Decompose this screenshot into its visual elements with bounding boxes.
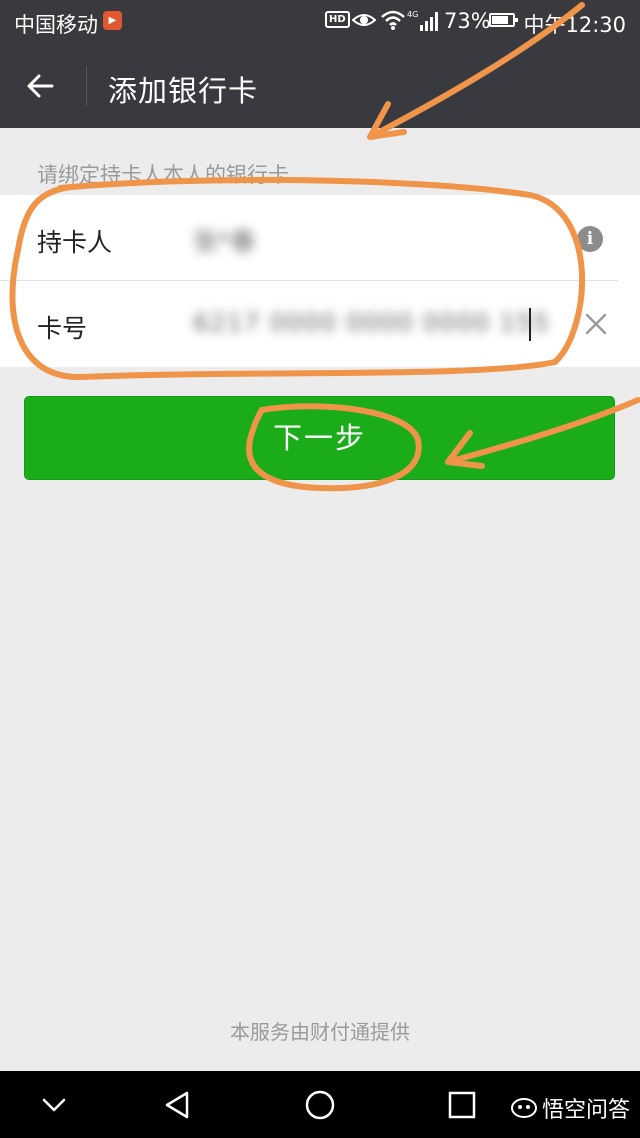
next-step-button[interactable]: 下一步 — [24, 396, 615, 480]
screen-record-icon: ▶ — [103, 11, 122, 30]
card-number-label: 卡号 — [37, 314, 88, 343]
clear-icon[interactable] — [583, 311, 609, 337]
signal-icon — [419, 10, 441, 37]
arrow-left-icon — [27, 74, 54, 98]
cardholder-label: 持卡人 — [37, 228, 113, 257]
status-bar: 中国移动 ▶ HD 4G 73% 中午12:30 — [0, 0, 640, 42]
cardholder-value[interactable]: 张*春 — [193, 222, 256, 258]
cardholder-field[interactable]: 持卡人 张*春 — [0, 195, 640, 281]
hd-icon: HD — [325, 11, 350, 28]
form-hint: 请绑定持卡人本人的银行卡 — [37, 163, 289, 187]
back-triangle-icon[interactable] — [158, 1085, 198, 1125]
clock: 中午12:30 — [523, 13, 626, 37]
appbar-divider — [86, 66, 87, 106]
battery-percent: 73% — [444, 9, 491, 33]
wifi-icon — [380, 9, 406, 36]
wukong-logo-icon — [511, 1098, 537, 1118]
watermark-text: 悟空问答 — [542, 1098, 631, 1123]
chevron-down-icon[interactable] — [34, 1085, 74, 1125]
back-button[interactable] — [18, 64, 62, 108]
page-title: 添加银行卡 — [108, 74, 259, 108]
app-bar: 添加银行卡 — [0, 42, 640, 128]
provider-footnote: 本服务由财付通提供 — [230, 1020, 410, 1044]
network-type: 4G — [407, 10, 419, 19]
info-icon[interactable]: i — [577, 226, 603, 252]
carrier-name: 中国移动 — [14, 13, 98, 37]
home-circle-icon[interactable] — [300, 1085, 340, 1125]
battery-icon — [489, 13, 518, 27]
watermark: 悟空问答 — [510, 1092, 630, 1124]
bank-card-form: 持卡人 张*春 卡号 6217 0000 0000 0000 155 — [0, 195, 640, 367]
eye-icon — [351, 10, 377, 35]
system-nav-bar: 悟空问答 — [0, 1071, 640, 1138]
text-cursor — [529, 308, 531, 341]
card-number-value[interactable]: 6217 0000 0000 0000 155 — [193, 308, 550, 337]
recents-square-icon[interactable] — [442, 1085, 482, 1125]
card-number-field[interactable]: 卡号 6217 0000 0000 0000 155 — [0, 281, 640, 367]
